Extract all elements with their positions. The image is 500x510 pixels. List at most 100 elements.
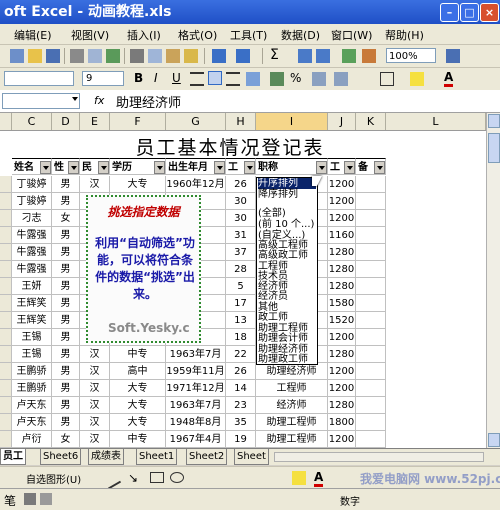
table-cell[interactable]: 男 — [52, 380, 80, 397]
row-header[interactable] — [0, 414, 12, 431]
menu-tools[interactable]: 工具(T) — [230, 27, 267, 43]
table-cell[interactable]: 男 — [52, 312, 80, 329]
col-header-g[interactable]: G — [166, 113, 226, 130]
fill-color-icon[interactable] — [410, 72, 424, 86]
align-right-icon[interactable] — [226, 72, 240, 86]
table-cell[interactable]: 大专 — [110, 414, 166, 431]
table-cell[interactable]: 18 — [226, 329, 256, 346]
table-cell[interactable]: 1963年7月 — [166, 397, 226, 414]
table-cell[interactable] — [356, 176, 386, 193]
table-cell[interactable]: 助理经济师 — [256, 363, 328, 380]
scroll-thumb[interactable] — [488, 133, 500, 163]
copy-icon[interactable] — [148, 49, 162, 63]
tab-sheet1[interactable]: Sheet1 — [136, 449, 178, 465]
table-cell[interactable]: 19 — [226, 431, 256, 448]
scroll-up-icon[interactable] — [488, 114, 500, 128]
row-header[interactable] — [0, 380, 12, 397]
table-cell[interactable]: 1200 — [328, 431, 356, 448]
table-cell[interactable]: 28 — [226, 261, 256, 278]
table-cell[interactable] — [356, 210, 386, 227]
tab-sheet6[interactable]: Sheet6 — [40, 449, 82, 465]
table-cell[interactable]: 男 — [52, 397, 80, 414]
align-center-icon[interactable] — [208, 71, 222, 85]
percent-icon[interactable]: % — [290, 71, 301, 85]
table-cell[interactable]: 23 — [226, 397, 256, 414]
table-cell[interactable]: 男 — [52, 346, 80, 363]
col-header-f[interactable]: F — [110, 113, 166, 130]
worksheet-grid[interactable]: 员工基本情况登记表 姓名性民学历 出生年月工职称工备丁骏婷男汉大专 1960年12月… — [0, 131, 492, 448]
autofilter-arrow-icon[interactable] — [344, 161, 355, 174]
autofilter-arrow-icon[interactable] — [154, 161, 165, 174]
table-cell[interactable]: 男 — [52, 244, 80, 261]
table-cell[interactable]: 刁志 — [12, 210, 52, 227]
table-cell[interactable]: 1200 — [328, 380, 356, 397]
dropdown-item[interactable]: 助理会计师 — [258, 333, 308, 344]
formula-input[interactable]: 助理经济师 — [116, 92, 181, 111]
table-cell[interactable]: 王鹏骄 — [12, 363, 52, 380]
table-cell[interactable] — [356, 295, 386, 312]
table-cell[interactable]: 1280 — [328, 278, 356, 295]
bold-button[interactable]: B — [134, 71, 143, 85]
autofilter-arrow-icon[interactable] — [374, 161, 385, 174]
table-cell[interactable]: 1800 — [328, 414, 356, 431]
table-cell[interactable]: 牛露强 — [12, 261, 52, 278]
name-box[interactable] — [2, 93, 80, 109]
table-cell[interactable]: 1959年11月 — [166, 363, 226, 380]
table-cell[interactable]: 汉 — [80, 346, 110, 363]
table-cell[interactable]: 助理工程师 — [256, 414, 328, 431]
row-header[interactable] — [0, 193, 12, 210]
col-header-d[interactable]: D — [52, 113, 80, 130]
merge-center-icon[interactable] — [246, 72, 260, 86]
table-cell[interactable]: 女 — [52, 431, 80, 448]
indent-icon[interactable] — [334, 72, 348, 86]
close-button[interactable]: × — [480, 3, 499, 22]
row-header[interactable] — [0, 176, 12, 193]
table-cell[interactable]: 王锡 — [12, 346, 52, 363]
dropdown-item[interactable]: 经济员 — [258, 291, 288, 302]
print-icon[interactable] — [70, 49, 84, 63]
fill-bucket-icon[interactable] — [292, 471, 306, 485]
table-cell[interactable]: 1160 — [328, 227, 356, 244]
col-header-k[interactable]: K — [356, 113, 386, 130]
table-cell[interactable]: 经济师 — [256, 397, 328, 414]
dropdown-item[interactable]: 政工师 — [258, 312, 288, 323]
table-cell[interactable] — [356, 414, 386, 431]
row-header[interactable] — [0, 346, 12, 363]
col-header-l[interactable]: L — [386, 113, 486, 130]
table-cell[interactable]: 13 — [226, 312, 256, 329]
autofilter-arrow-icon[interactable] — [40, 161, 51, 174]
table-cell[interactable]: 26 — [226, 176, 256, 193]
table-cell[interactable]: 男 — [52, 227, 80, 244]
autofilter-dropdown[interactable]: 升序排列 降序排列 (全部) (前 10 个...) (自定义...) 高级工程师 高级政工… — [256, 177, 318, 365]
table-cell[interactable]: 35 — [226, 414, 256, 431]
table-cell[interactable]: 1960年12月 — [166, 176, 226, 193]
table-cell[interactable]: 26 — [226, 363, 256, 380]
spelling-icon[interactable] — [106, 49, 120, 63]
tab-yuangong[interactable]: 员工 — [0, 449, 26, 465]
table-cell[interactable]: 丁骏婷 — [12, 176, 52, 193]
table-cell[interactable]: 5 — [226, 278, 256, 295]
table-cell[interactable]: 助理工程师 — [256, 431, 328, 448]
italic-button[interactable]: I — [154, 71, 158, 85]
col-header-e[interactable]: E — [80, 113, 110, 130]
autofilter-arrow-icon[interactable] — [68, 161, 79, 174]
col-header-h[interactable]: H — [226, 113, 256, 130]
table-cell[interactable] — [356, 346, 386, 363]
table-cell[interactable]: 31 — [226, 227, 256, 244]
arrow-icon[interactable]: ↘ — [128, 471, 138, 485]
align-left-icon[interactable] — [190, 72, 204, 86]
minimize-button[interactable]: – — [440, 3, 459, 22]
table-cell[interactable]: 1200 — [328, 176, 356, 193]
table-cell[interactable]: 1520 — [328, 312, 356, 329]
table-cell[interactable]: 男 — [52, 278, 80, 295]
table-cell[interactable]: 牛露强 — [12, 244, 52, 261]
paste-icon[interactable] — [166, 49, 180, 63]
row-header[interactable] — [0, 431, 12, 448]
table-cell[interactable]: 男 — [52, 414, 80, 431]
table-cell[interactable]: 1200 — [328, 329, 356, 346]
table-cell[interactable]: 工程师 — [256, 380, 328, 397]
vertical-scrollbar[interactable] — [486, 113, 500, 448]
table-cell[interactable]: 17 — [226, 295, 256, 312]
dropdown-item[interactable]: (全部) — [258, 208, 286, 219]
menu-window[interactable]: 窗口(W) — [331, 27, 372, 43]
